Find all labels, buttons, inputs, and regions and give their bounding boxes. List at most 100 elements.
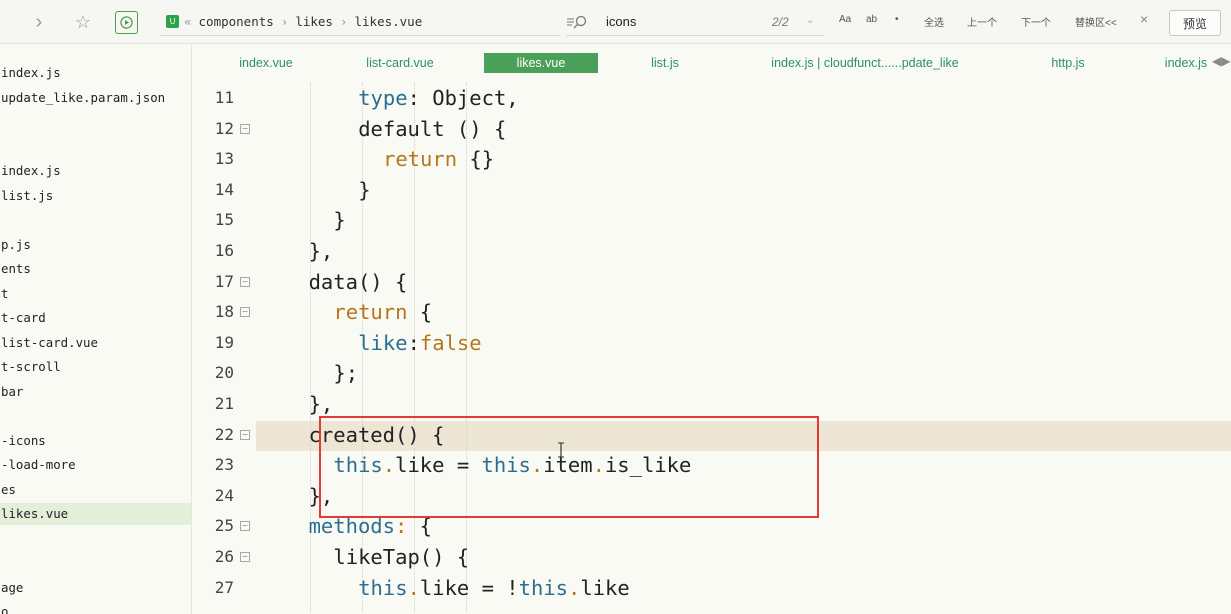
forward-icon[interactable]: › (28, 11, 50, 33)
code-line[interactable]: 16}, (200, 236, 1231, 266)
sidebar-item[interactable]: bar (0, 381, 191, 403)
line-number: 16 (214, 241, 234, 260)
whole-word-toggle[interactable]: ab (866, 14, 877, 25)
code-token: } (333, 208, 346, 233)
code-token: data() { (308, 269, 408, 294)
code-text: }, (309, 389, 334, 419)
code-token: this (358, 575, 408, 600)
line-number: 13 (214, 149, 234, 169)
chevron-right-icon: › (280, 14, 289, 29)
sidebar-item[interactable]: index.js (0, 160, 191, 182)
regex-toggle[interactable]: • (895, 14, 899, 25)
select-all-button[interactable]: 全选 (924, 14, 944, 29)
preview-button[interactable]: 预览 (1169, 10, 1221, 36)
tab-index-vue[interactable]: index.vue (226, 53, 306, 73)
code-text: data() { (309, 267, 408, 297)
run-button[interactable] (115, 11, 138, 34)
code-editor[interactable]: index.vue list-card.vue likes.vue list.j… (200, 45, 1231, 614)
code-token: like (580, 575, 630, 600)
line-number: 11 (214, 88, 234, 107)
code-line[interactable]: 11 type: Object, (200, 83, 1231, 113)
fold-icon[interactable]: − (240, 552, 250, 562)
tab-list-js[interactable]: list.js (640, 53, 690, 73)
sidebar-item[interactable]: t (0, 283, 191, 305)
code-line[interactable]: 20}; (200, 358, 1231, 388)
code-line[interactable]: 12− default () { (200, 114, 1231, 144)
breadcrumb-item[interactable]: likes.vue (355, 14, 423, 29)
tab-likes-vue[interactable]: likes.vue (484, 53, 598, 73)
fold-icon[interactable]: − (240, 123, 250, 134)
line-number: 12 (214, 118, 234, 138)
chevron-left-double-icon: « (184, 14, 192, 29)
code-line[interactable]: 21}, (200, 389, 1231, 419)
find-previous-button[interactable]: 上一个 (967, 14, 997, 29)
code-token: } (358, 177, 371, 202)
code-token: { (407, 300, 433, 325)
code-text: type: Object, (358, 83, 518, 113)
code-token: }, (308, 392, 334, 416)
sidebar-item[interactable]: p.js (0, 234, 191, 256)
line-number: 17 (214, 271, 234, 291)
sidebar-item[interactable]: age (0, 577, 191, 599)
code-line[interactable]: 26− likeTap() { (200, 542, 1231, 572)
line-number: 22 (214, 424, 234, 444)
code-text: this.like = !this.like (358, 573, 630, 603)
replace-toggle-button[interactable]: 替换区<< (1075, 14, 1117, 29)
sidebar-item[interactable] (0, 111, 191, 133)
sidebar-item[interactable]: t-card (0, 307, 191, 329)
sidebar-item[interactable] (0, 209, 191, 231)
code-token: likeTap() { (333, 545, 470, 569)
chevron-down-icon[interactable]: ⌄ (806, 15, 814, 26)
fold-icon[interactable]: − (240, 429, 250, 440)
tab-http-js[interactable]: http.js (1040, 53, 1096, 73)
fold-icon[interactable]: − (240, 521, 250, 532)
sidebar-item[interactable] (0, 528, 191, 550)
close-icon[interactable]: × (1140, 11, 1148, 27)
tabs-overflow-icon[interactable]: ◀▶ (1212, 54, 1230, 68)
code-line[interactable]: 19 like:false (200, 328, 1231, 358)
breadcrumb-item[interactable]: likes (295, 14, 333, 29)
fold-icon[interactable]: − (240, 276, 250, 287)
fold-icon[interactable]: − (240, 307, 250, 318)
code-token: this (518, 575, 569, 600)
code-line[interactable]: 17− data() { (200, 267, 1231, 297)
sidebar-item[interactable]: t-scroll (0, 356, 191, 378)
tab-cloudfunction-index-js[interactable]: index.js | cloudfunct......pdate_like (753, 53, 977, 73)
tab-index-js[interactable]: index.js (1156, 53, 1216, 73)
sidebar-item[interactable]: es (0, 479, 191, 501)
code-text: default () { (358, 114, 506, 144)
sidebar-item[interactable]: -icons (0, 430, 191, 452)
sidebar-item[interactable]: list-card.vue (0, 332, 191, 354)
code-line[interactable]: 15} (200, 205, 1231, 235)
project-explorer: index.js update_like.param.json index.js li… (0, 45, 192, 614)
sidebar-item[interactable]: ents (0, 258, 191, 280)
find-next-button[interactable]: 下一个 (1021, 14, 1051, 29)
match-case-toggle[interactable]: Aa (839, 14, 851, 25)
search-input[interactable]: icons (606, 14, 636, 29)
line-number: 18 (214, 302, 234, 322)
star-icon[interactable]: ☆ (72, 11, 94, 33)
search-icon (567, 15, 587, 29)
sidebar-item[interactable]: o (0, 601, 191, 614)
sidebar-item[interactable] (0, 552, 191, 574)
code-token: {} (457, 147, 495, 172)
code-line[interactable]: 14} (200, 175, 1231, 205)
text-cursor-icon (558, 442, 564, 458)
uniapp-logo-icon: U (166, 15, 179, 28)
code-text: likeTap() { (333, 542, 469, 572)
sidebar-item[interactable] (0, 405, 191, 427)
breadcrumb-item[interactable]: components (199, 14, 274, 29)
code-line[interactable]: 13 return {} (200, 144, 1231, 174)
code-line[interactable]: 27 this.like = !this.like (200, 573, 1231, 603)
sidebar-item[interactable]: update_like.param.json (0, 87, 191, 109)
code-token: like (358, 330, 408, 355)
code-text: }, (309, 236, 334, 266)
sidebar-item[interactable]: -load-more (0, 454, 191, 476)
sidebar-item[interactable]: index.js (0, 62, 191, 84)
sidebar-item[interactable]: likes.vue (0, 503, 191, 525)
code-line[interactable]: 18− return { (200, 297, 1231, 327)
sidebar-item[interactable] (0, 136, 191, 158)
code-text: } (358, 175, 370, 205)
tab-list-card-vue[interactable]: list-card.vue (350, 53, 450, 73)
sidebar-item[interactable]: list.js (0, 185, 191, 207)
